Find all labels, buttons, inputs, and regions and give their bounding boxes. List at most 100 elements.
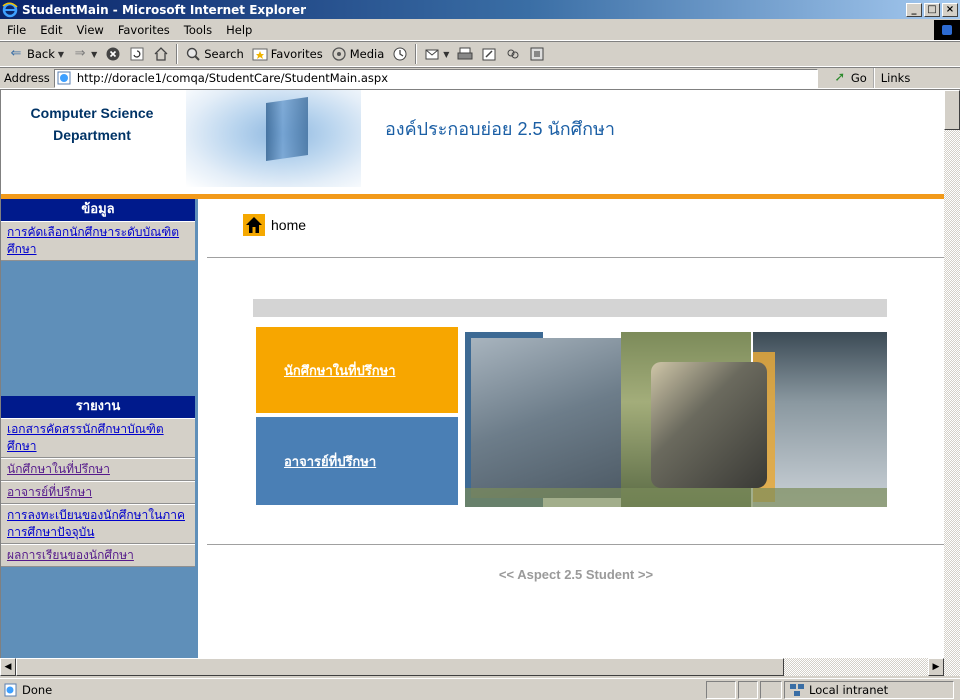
menu-file[interactable]: File — [0, 23, 33, 37]
address-url: http://doracle1/comqa/StudentCare/Studen… — [76, 71, 389, 85]
forward-icon: ⇒ — [74, 46, 86, 61]
maximize-button[interactable]: □ — [924, 2, 940, 17]
page-header: Computer Science Department องค์ประกอบย่… — [1, 90, 945, 187]
address-bar: Address http://doracle1/comqa/StudentCar… — [0, 67, 960, 89]
menu-edit[interactable]: Edit — [33, 23, 69, 37]
advisors-button[interactable]: อาจารย์ที่ปรึกษา — [256, 417, 458, 505]
page-status-icon — [4, 683, 17, 696]
sidebar-item-graduate-docs[interactable]: เอกสารคัดสรรนักศึกษาบัณฑิตศึกษา — [1, 418, 195, 458]
windows-logo-throbber — [934, 20, 960, 40]
vertical-scroll-thumb[interactable] — [944, 90, 960, 130]
scroll-right-button[interactable]: ▶ — [928, 658, 944, 676]
home-link[interactable]: home — [243, 214, 306, 236]
gray-bar — [253, 299, 887, 317]
sidebar-item-grades[interactable]: ผลการเรียนของนักศึกษา — [1, 544, 195, 567]
sidebar-item-advisees[interactable]: นักศึกษาในที่ปรึกษา — [1, 458, 195, 481]
close-button[interactable]: × — [942, 2, 958, 17]
zone-label: Local intranet — [809, 682, 889, 697]
title-bar: StudentMain - Microsoft Internet Explore… — [0, 0, 960, 19]
vertical-scrollbar[interactable] — [944, 90, 960, 658]
favorites-button[interactable]: Favorites — [248, 43, 327, 65]
main-content: home นักศึกษาในที่ปรึกษา อาจารย์ที่ปรึกษ… — [207, 199, 945, 658]
menu-tools[interactable]: Tools — [177, 23, 219, 37]
back-button[interactable]: ⇐ Back ▼ — [4, 43, 68, 65]
discuss-button[interactable] — [501, 43, 525, 65]
status-panel-empty — [738, 680, 758, 699]
students-collage-image — [465, 332, 887, 507]
minimize-button[interactable]: _ — [906, 2, 922, 17]
page-subtitle: องค์ประกอบย่อย 2.5 นักศึกษา — [385, 119, 615, 139]
media-button[interactable]: Media — [327, 43, 389, 65]
refresh-icon — [130, 47, 144, 61]
horizontal-scroll-thumb[interactable] — [16, 658, 784, 676]
print-button[interactable] — [453, 43, 477, 65]
status-text: Done — [22, 682, 53, 697]
address-label: Address — [4, 71, 50, 85]
status-bar: Done Local intranet — [0, 678, 960, 700]
media-label: Media — [349, 47, 385, 61]
department-logo: Computer Science Department — [17, 102, 167, 146]
media-icon — [332, 47, 346, 61]
sidebar-heading-info: ข้อมูล — [1, 199, 195, 221]
intranet-icon — [790, 683, 804, 696]
browser-window: StudentMain - Microsoft Internet Explore… — [0, 0, 960, 700]
print-icon — [457, 47, 473, 60]
history-icon — [393, 47, 407, 61]
messenger-button[interactable] — [525, 43, 549, 65]
sidebar-heading-report: รายงาน — [1, 396, 195, 418]
stop-button[interactable] — [101, 43, 125, 65]
links-button[interactable]: Links — [872, 68, 917, 88]
mail-icon — [425, 49, 439, 60]
sidebar-link[interactable]: ผลการเรียนของนักศึกษา — [7, 548, 134, 562]
home-icon — [154, 47, 168, 61]
mail-button[interactable]: ▼ — [420, 43, 453, 65]
status-panel-empty — [706, 680, 736, 699]
horizontal-scrollbar[interactable]: ◀ ▶ — [0, 658, 960, 676]
sidebar-link[interactable]: นักศึกษาในที่ปรึกษา — [7, 462, 110, 476]
go-label: Go — [850, 71, 867, 85]
banner-art — [186, 90, 361, 187]
sidebar-link[interactable]: อาจารย์ที่ปรึกษา — [7, 485, 92, 499]
sidebar-link[interactable]: การลงทะเบียนของนักศึกษาในภาคการศึกษาปัจจ… — [7, 508, 185, 539]
refresh-button[interactable] — [125, 43, 149, 65]
menu-view[interactable]: View — [70, 23, 111, 37]
toolbar-separator — [415, 44, 418, 64]
scroll-left-button[interactable]: ◀ — [0, 658, 16, 676]
favorites-label: Favorites — [270, 47, 323, 61]
book-graphic — [266, 97, 308, 161]
sidebar-link[interactable]: เอกสารคัดสรรนักศึกษาบัณฑิตศึกษา — [7, 422, 164, 453]
aspect-footer: << Aspect 2.5 Student >> — [498, 567, 654, 582]
status-panel-empty — [760, 680, 782, 699]
sidebar-item-graduate-selection[interactable]: การคัดเลือกนักศึกษาระดับบัณฑิตศึกษา — [1, 221, 195, 261]
status-panel: Done — [0, 683, 706, 697]
stop-icon — [106, 47, 120, 61]
edit-button[interactable] — [477, 43, 501, 65]
forward-dropdown-icon[interactable]: ▼ — [91, 50, 97, 59]
security-zone: Local intranet — [784, 680, 954, 699]
sidebar-item-registration[interactable]: การลงทะเบียนของนักศึกษาในภาคการศึกษาปัจจ… — [1, 504, 195, 544]
menu-help[interactable]: Help — [219, 23, 259, 37]
home-button[interactable] — [149, 43, 173, 65]
back-dropdown-icon[interactable]: ▼ — [58, 50, 64, 59]
menu-favorites[interactable]: Favorites — [111, 23, 177, 37]
sidebar-link[interactable]: การคัดเลือกนักศึกษาระดับบัณฑิตศึกษา — [7, 225, 179, 256]
search-button[interactable]: Search — [181, 43, 248, 65]
divider — [207, 544, 945, 545]
address-input[interactable]: http://doracle1/comqa/StudentCare/Studen… — [53, 68, 818, 88]
dept-line-2: Department — [53, 127, 131, 143]
window-title: StudentMain - Microsoft Internet Explore… — [22, 2, 307, 17]
dept-line-1: Computer Science — [30, 105, 154, 121]
search-label: Search — [204, 47, 244, 61]
history-button[interactable] — [388, 43, 412, 65]
go-button[interactable]: ➚ Go — [826, 70, 873, 86]
edit-icon — [482, 48, 496, 61]
standard-toolbar: ⇐ Back ▼ ⇒ ▼ Search Favorites Media ▼ — [0, 41, 960, 67]
forward-button[interactable]: ⇒ ▼ — [68, 43, 101, 65]
back-icon: ⇐ — [10, 46, 22, 61]
windows-logo-icon — [942, 25, 952, 35]
messenger-icon — [530, 47, 544, 61]
mail-dropdown-icon[interactable]: ▼ — [443, 50, 449, 59]
advisees-button[interactable]: นักศึกษาในที่ปรึกษา — [256, 327, 458, 413]
sidebar-item-advisors[interactable]: อาจารย์ที่ปรึกษา — [1, 481, 195, 504]
